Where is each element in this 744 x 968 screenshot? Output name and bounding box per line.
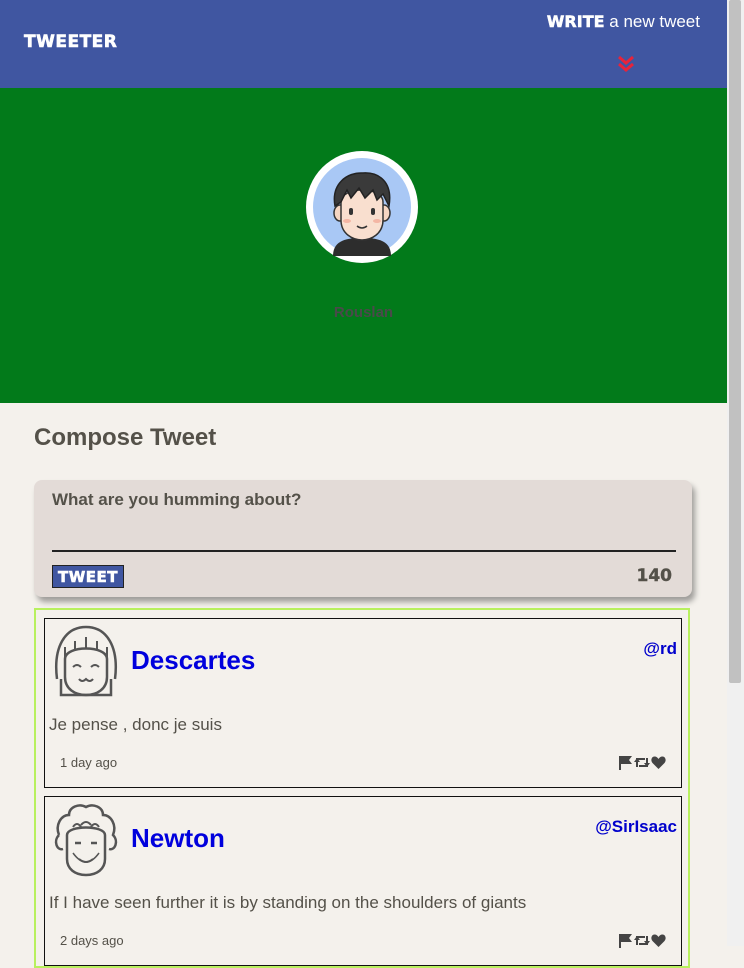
tweet-timestamp: 1 day ago (60, 755, 118, 770)
profile-name: Rouslan (333, 304, 394, 321)
user-avatar-icon (313, 158, 411, 256)
flag-icon[interactable] (619, 933, 633, 952)
tweet-text: If I have seen further it is by standing… (49, 893, 527, 912)
tweet-author-name[interactable]: Newton (131, 823, 225, 854)
write-rest-label: a new tweet (609, 12, 700, 31)
char-counter: 140 (636, 566, 672, 586)
tweet-actions (619, 755, 666, 774)
compose-title: Compose Tweet (34, 424, 217, 451)
tweet-card: Descartes @rd Je pense , donc je suis 1 … (44, 618, 682, 788)
double-chevron-down-icon[interactable] (616, 54, 636, 74)
brand-logo[interactable]: TWEETER (24, 32, 117, 53)
tweet-button[interactable]: TWEET (52, 565, 124, 588)
tweet-input[interactable] (52, 516, 676, 552)
flag-icon[interactable] (619, 755, 633, 774)
compose-form: What are you humming about? TWEET 140 (34, 480, 692, 597)
tweet-author-handle[interactable]: @SirIsaac (595, 817, 677, 837)
heart-icon[interactable] (651, 755, 666, 774)
compose-label: What are you humming about? (52, 490, 302, 509)
tweet-author-name[interactable]: Descartes (131, 645, 255, 676)
heart-icon[interactable] (651, 933, 666, 952)
retweet-icon[interactable] (634, 933, 650, 952)
tweet-feed: Descartes @rd Je pense , donc je suis 1 … (34, 608, 690, 968)
profile-header: Rouslan (0, 88, 727, 403)
retweet-icon[interactable] (634, 755, 650, 774)
scrollbar-thumb[interactable] (729, 0, 741, 683)
tweet-actions (619, 933, 666, 952)
top-nav: TWEETER WRITE a new tweet (0, 0, 727, 88)
tweet-avatar-icon (55, 625, 117, 697)
write-new-tweet-link[interactable]: WRITE a new tweet (547, 12, 700, 32)
profile-avatar (306, 151, 418, 263)
tweet-author-handle[interactable]: @rd (643, 639, 677, 659)
tweet-card: Newton @SirIsaac If I have seen further … (44, 796, 682, 966)
tweet-text: Je pense , donc je suis (49, 715, 222, 734)
tweet-avatar-icon (54, 804, 118, 877)
page-scrollbar[interactable] (727, 0, 744, 946)
write-label: WRITE (546, 12, 605, 32)
